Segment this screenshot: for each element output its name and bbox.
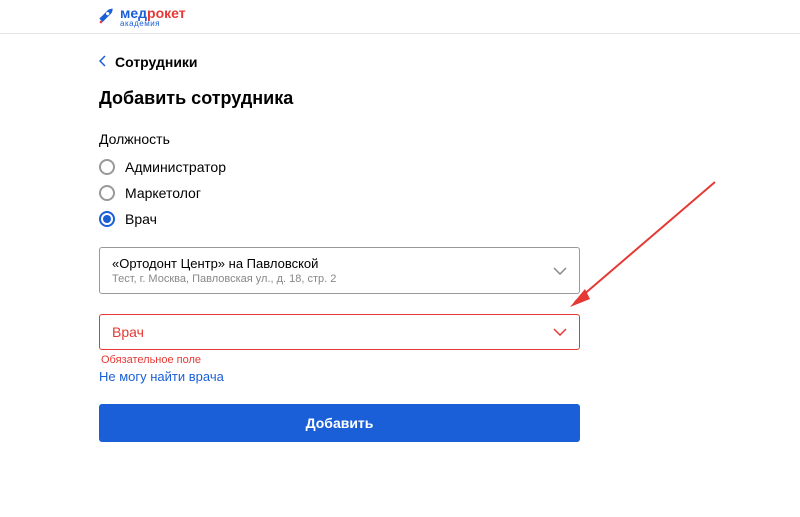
radio-label: Администратор (125, 159, 226, 175)
radio-circle-icon (99, 159, 115, 175)
annotation-arrow-icon (560, 177, 720, 317)
rocket-icon (96, 7, 116, 27)
clinic-select[interactable]: «Ортодонт Центр» на Павловской Тест, г. … (99, 247, 580, 294)
radio-circle-icon (99, 185, 115, 201)
clinic-name: «Ортодонт Центр» на Павловской (112, 256, 336, 271)
cant-find-doctor-link[interactable]: Не могу найти врача (99, 369, 224, 384)
error-message: Обязательное поле (99, 354, 580, 366)
radio-marketolog[interactable]: Маркетолог (99, 185, 580, 201)
breadcrumb[interactable]: Сотрудники (99, 54, 580, 70)
main-content: Сотрудники Добавить сотрудника Должность… (0, 34, 580, 442)
doctor-select[interactable]: Врач (99, 314, 580, 350)
logo-sub: академия (120, 20, 186, 28)
breadcrumb-label: Сотрудники (115, 54, 198, 70)
radio-label: Маркетолог (125, 185, 201, 201)
radio-label: Врач (125, 211, 157, 227)
position-label: Должность (99, 131, 580, 147)
radio-dot-icon (103, 215, 111, 223)
select-content: Врач (112, 324, 144, 340)
app-header: медрокет академия (0, 0, 800, 34)
position-radio-group: Администратор Маркетолог Врач (99, 159, 580, 227)
doctor-placeholder: Врач (112, 324, 144, 340)
clinic-address: Тест, г. Москва, Павловская ул., д. 18, … (112, 273, 336, 285)
select-content: «Ортодонт Центр» на Павловской Тест, г. … (112, 256, 336, 285)
chevron-down-icon (553, 323, 567, 341)
chevron-down-icon (553, 262, 567, 280)
page-title: Добавить сотрудника (99, 88, 580, 109)
chevron-left-icon (99, 54, 107, 70)
radio-administrator[interactable]: Администратор (99, 159, 580, 175)
logo-text: медрокет академия (120, 6, 186, 28)
radio-doctor[interactable]: Врач (99, 211, 580, 227)
radio-circle-selected-icon (99, 211, 115, 227)
add-button[interactable]: Добавить (99, 404, 580, 442)
logo[interactable]: медрокет академия (96, 6, 800, 28)
